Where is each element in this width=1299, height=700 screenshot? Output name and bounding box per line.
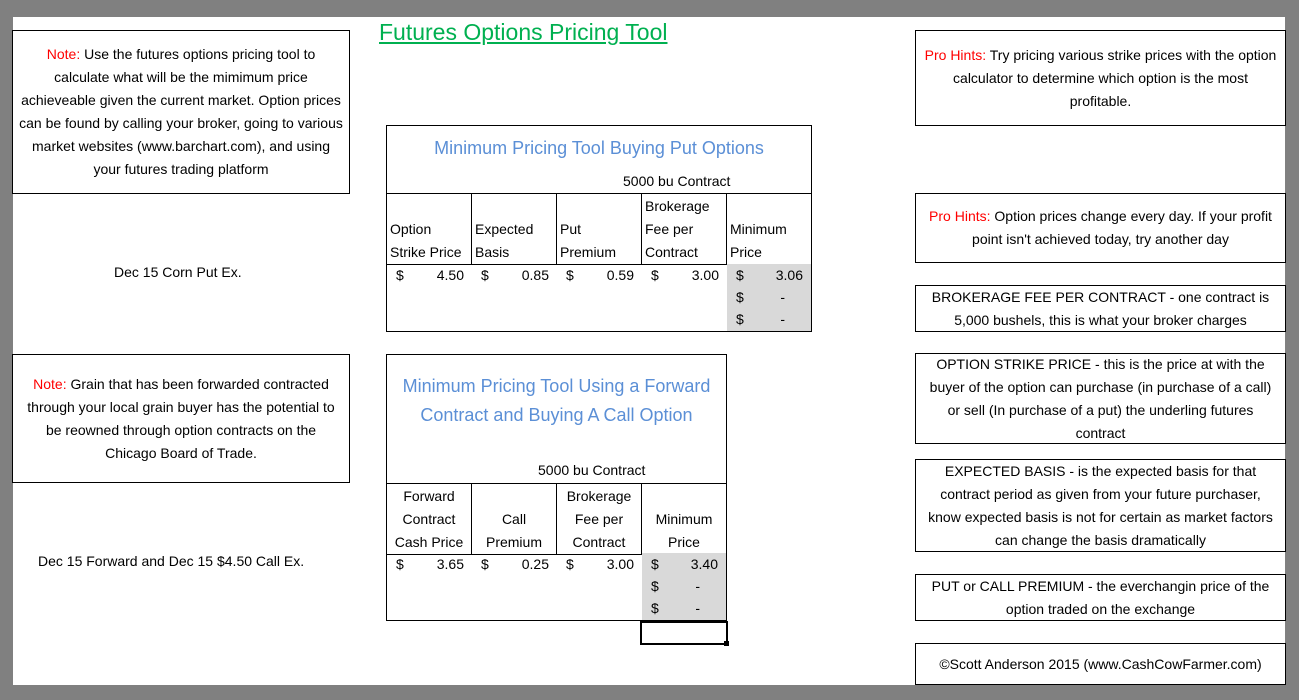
strike-price-cell[interactable]: $4.50 bbox=[387, 264, 472, 287]
table-row: $4.50 $0.85 $0.59 $3.00 $3.06 bbox=[387, 264, 811, 287]
header-put-premium: Put Premium bbox=[557, 194, 642, 264]
put-pricing-tool: Minimum Pricing Tool Buying Put Options … bbox=[386, 125, 812, 332]
call-pricing-tool: Minimum Pricing Tool Using a Forward Con… bbox=[386, 354, 727, 621]
brokerage-fee-cell[interactable]: $3.00 bbox=[642, 264, 727, 287]
put-tool-title: Minimum Pricing Tool Buying Put Options bbox=[434, 138, 764, 158]
table-row: $ - bbox=[387, 597, 726, 620]
header-call-premium: Call Premium bbox=[472, 484, 557, 554]
minimum-price-cell[interactable]: $ - bbox=[642, 575, 726, 598]
minimum-price-cell[interactable]: $ - bbox=[727, 308, 811, 331]
hint-prefix: Pro Hints: bbox=[924, 46, 987, 63]
minimum-price-cell[interactable]: $3.06 bbox=[727, 264, 811, 287]
pro-hint-box-2: Pro Hints: Option prices change every da… bbox=[915, 193, 1286, 263]
pro-hint-box-1: Pro Hints: Try pricing various strike pr… bbox=[915, 30, 1286, 126]
definition-brokerage-fee: BROKERAGE FEE PER CONTRACT - one contrac… bbox=[915, 285, 1286, 332]
header-minimum-price: Minimum Price bbox=[730, 221, 787, 260]
minimum-price-cell[interactable]: $3.40 bbox=[642, 553, 726, 576]
expected-basis-cell[interactable]: $0.85 bbox=[472, 264, 557, 287]
hint-text: Try pricing various strike prices with t… bbox=[953, 46, 1277, 109]
forward-cash-price-cell[interactable]: $3.65 bbox=[387, 553, 472, 576]
table-row: $3.65 $0.25 $3.00 $3.40 bbox=[387, 553, 726, 576]
selected-cell[interactable] bbox=[640, 621, 728, 645]
minimum-price-cell[interactable]: $ - bbox=[642, 597, 726, 620]
table-row: $ - bbox=[387, 308, 811, 331]
note-prefix: Note: bbox=[33, 375, 67, 392]
table-row: $ - bbox=[387, 575, 726, 598]
call-tool-title-line1: Minimum Pricing Tool Using a Forward bbox=[402, 376, 711, 396]
fill-handle[interactable] bbox=[724, 641, 729, 646]
definition-premium: PUT or CALL PREMIUM - the everchangin pr… bbox=[915, 574, 1286, 621]
put-header-row: Option Strike Price Expected Basis Put Prem… bbox=[387, 193, 811, 265]
header-strike-price: Option Strike Price bbox=[387, 194, 472, 264]
definition-expected-basis: EXPECTED BASIS - is the expected basis f… bbox=[915, 459, 1286, 552]
header-expected-basis: Expected Basis bbox=[472, 194, 557, 264]
put-example-label: Dec 15 Corn Put Ex. bbox=[114, 264, 242, 280]
put-premium-cell[interactable]: $0.59 bbox=[557, 264, 642, 287]
note-prefix: Note: bbox=[46, 46, 81, 62]
call-example-label: Dec 15 Forward and Dec 15 $4.50 Call Ex. bbox=[38, 553, 305, 569]
header-minimum-price: Minimum Price bbox=[655, 511, 713, 550]
copyright-box: ©Scott Anderson 2015 (www.CashCowFarmer.… bbox=[915, 643, 1286, 685]
note-text: Use the futures options pricing tool to … bbox=[19, 46, 343, 177]
hint-prefix: Pro Hints: bbox=[929, 208, 991, 224]
copyright-text: ©Scott Anderson 2015 (www.CashCowFarmer.… bbox=[939, 655, 1262, 672]
header-forward-cash-price: Forward Contract Cash Price bbox=[387, 484, 472, 554]
call-tool-title-line2: Contract and Buying A Call Option bbox=[420, 405, 693, 425]
table-row: $ - bbox=[387, 286, 811, 309]
definition-strike-price: OPTION STRIKE PRICE - this is the price … bbox=[915, 353, 1286, 444]
contract-size-label: 5000 bu Contract bbox=[623, 173, 731, 189]
header-brokerage-fee: Brokerage Fee per Contract bbox=[557, 484, 642, 554]
call-header-row: Forward Contract Cash Price Call Premium Br… bbox=[387, 483, 726, 555]
brokerage-fee-cell[interactable]: $3.00 bbox=[557, 553, 642, 576]
call-premium-cell[interactable]: $0.25 bbox=[472, 553, 557, 576]
hint-text: Option prices change every day. If your … bbox=[972, 208, 1272, 247]
contract-size-label: 5000 bu Contract bbox=[538, 462, 646, 478]
note-text: Grain that has been forwarded contracted… bbox=[27, 375, 335, 461]
note-box-2: Note: Grain that has been forwarded cont… bbox=[12, 354, 350, 483]
header-brokerage-fee: Brokerage Fee per Contract bbox=[642, 194, 727, 264]
page-title: Futures Options Pricing Tool bbox=[379, 19, 668, 45]
minimum-price-cell[interactable]: $ - bbox=[727, 286, 811, 309]
note-box-1: Note: Use the futures options pricing to… bbox=[12, 30, 350, 194]
